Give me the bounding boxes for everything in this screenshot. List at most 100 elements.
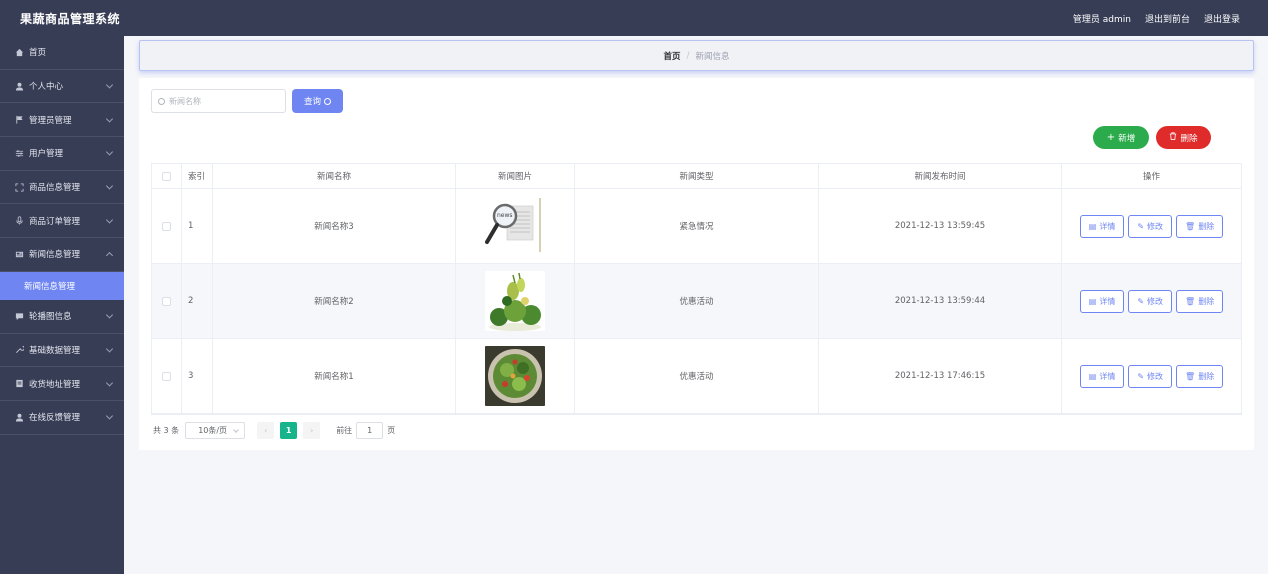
row-index: 1 [182, 189, 213, 263]
row-name: 新闻名称2 [213, 264, 456, 338]
edit-label: 修改 [1147, 296, 1164, 306]
sidebar-item-label: 个人中心 [29, 82, 64, 93]
main-panel: 新闻名称 查询 + 新增 删除 索引 新闻名称 新闻图片 新闻类型 新闻发布时间… [139, 78, 1254, 450]
table-row: 1 新闻名称3 news 紧急情况 2021-12-13 13:59:45 ▤ 详… [152, 189, 1241, 264]
tool-icon [14, 345, 24, 355]
sidebar-item-label: 用户管理 [29, 149, 64, 160]
pencil-icon: ✎ [1137, 296, 1145, 306]
row-delete-label: 删除 [1198, 221, 1215, 231]
sidebar-item-admin-management[interactable]: 管理员管理 [0, 103, 124, 138]
sidebar-item-label: 首页 [29, 48, 47, 59]
to-front-link[interactable]: 退出到前台 [1145, 12, 1190, 25]
search-button[interactable]: 查询 [292, 89, 343, 113]
newspaper-icon [14, 249, 24, 259]
page-size-select[interactable]: 10条/页 [185, 422, 246, 439]
microphone-icon [14, 216, 24, 226]
row-delete-label: 删除 [1198, 296, 1215, 306]
document-icon: ▤ [1088, 296, 1097, 306]
sidebar-item-label: 收货地址管理 [29, 379, 81, 390]
sidebar-item-label: 管理员管理 [29, 115, 72, 126]
chevron-down-icon [233, 427, 240, 433]
detail-label: 详情 [1099, 221, 1116, 231]
page-number-current[interactable]: 1 [280, 422, 298, 439]
goto-page-input[interactable]: 1 [356, 422, 384, 439]
breadcrumb-current: 新闻信息 [695, 51, 730, 62]
trash-icon: 🗑 [1185, 296, 1196, 306]
chevron-down-icon [105, 311, 114, 319]
batch-delete-button[interactable]: 删除 [1156, 126, 1211, 149]
row-checkbox[interactable] [162, 371, 171, 381]
chevron-right-icon: › [310, 426, 314, 435]
sidebar-item-news-management[interactable]: 新闻信息管理 [0, 238, 124, 272]
prev-page-button[interactable]: ‹ [257, 422, 275, 439]
page-size-value: 10条/页 [198, 426, 228, 435]
sliders-icon [14, 148, 24, 158]
svg-text:news: news [497, 212, 513, 219]
add-button-label: 新增 [1118, 133, 1136, 144]
row-time: 2021-12-13 13:59:44 [819, 264, 1062, 338]
document-icon: ▤ [1088, 221, 1097, 231]
edit-button[interactable]: ✎ 修改 [1128, 364, 1173, 388]
header-name: 新闻名称 [213, 164, 456, 188]
salad-bowl-image [485, 346, 545, 406]
row-delete-button[interactable]: 🗑 删除 [1176, 289, 1224, 313]
table-row: 2 新闻名称2 优惠活动 2021-12-13 13:59:44 ▤ 详情 ✎ … [152, 264, 1241, 339]
breadcrumb-home[interactable]: 首页 [664, 50, 681, 62]
search-icon [158, 97, 165, 105]
row-checkbox[interactable] [162, 221, 171, 231]
table-row: 3 新闻名称1 优惠活动 2021-12-13 17:46:15 ▤ 详情 ✎ … [152, 339, 1241, 414]
sidebar-item-home[interactable]: 首页 [0, 36, 124, 70]
breadcrumb-separator: / [686, 50, 690, 61]
header-actions: 操作 [1142, 172, 1160, 182]
detail-button[interactable]: ▤ 详情 [1079, 214, 1125, 238]
sidebar-item-personal-center[interactable]: 个人中心 [0, 70, 124, 104]
total-count: 共 3 条 [153, 426, 180, 435]
document-icon: ▤ [1088, 371, 1097, 381]
chat-icon [14, 311, 24, 321]
sidebar-item-label: 轮播图信息 [29, 312, 72, 323]
trash-icon: 🗑 [1185, 221, 1196, 231]
user-icon [14, 81, 24, 91]
row-type: 紧急情况 [575, 189, 819, 263]
sidebar-item-base-data[interactable]: 基础数据管理 [0, 334, 124, 368]
add-button[interactable]: + 新增 [1093, 126, 1149, 149]
sidebar-subitem-label: 新闻信息管理 [24, 281, 76, 292]
row-type: 优惠活动 [575, 339, 819, 413]
row-time: 2021-12-13 17:46:15 [819, 339, 1062, 413]
detail-label: 详情 [1099, 371, 1116, 381]
search-input[interactable]: 新闻名称 [151, 89, 286, 113]
news-magnifier-image: news [485, 196, 545, 256]
sidebar-item-product-info[interactable]: 商品信息管理 [0, 171, 124, 205]
sidebar-item-carousel[interactable]: 轮播图信息 [0, 300, 124, 334]
sidebar-item-label: 在线反馈管理 [29, 413, 81, 424]
plus-icon: + [1106, 132, 1116, 143]
chevron-up-icon [105, 252, 114, 260]
row-delete-button[interactable]: 🗑 删除 [1176, 364, 1224, 388]
logout-link[interactable]: 退出登录 [1204, 12, 1240, 25]
edit-button[interactable]: ✎ 修改 [1128, 214, 1173, 238]
sidebar-subitem-news-management[interactable]: 新闻信息管理 [0, 271, 124, 300]
search-placeholder: 新闻名称 [169, 96, 201, 106]
row-time: 2021-12-13 13:59:45 [819, 189, 1062, 263]
header-image: 新闻图片 [456, 164, 575, 188]
news-table: 索引 新闻名称 新闻图片 新闻类型 新闻发布时间 操作 1 新闻名称3 news [151, 163, 1242, 415]
sidebar-item-feedback[interactable]: 在线反馈管理 [0, 401, 124, 435]
sidebar-item-product-orders[interactable]: 商品订单管理 [0, 204, 124, 239]
app-title: 果蔬商品管理系统 [20, 11, 121, 26]
row-name: 新闻名称1 [213, 339, 456, 413]
sidebar-item-user-management[interactable]: 用户管理 [0, 137, 124, 171]
chevron-down-icon [105, 148, 114, 156]
sidebar-item-label: 商品订单管理 [29, 216, 81, 227]
select-all-checkbox[interactable] [162, 171, 171, 181]
chevron-down-icon [105, 81, 114, 89]
edit-button[interactable]: ✎ 修改 [1128, 289, 1173, 313]
row-delete-button[interactable]: 🗑 删除 [1176, 214, 1224, 238]
sidebar-item-address[interactable]: 收货地址管理 [0, 367, 124, 401]
search-button-label: 查询 [303, 97, 321, 107]
detail-button[interactable]: ▤ 详情 [1079, 289, 1125, 313]
row-checkbox[interactable] [162, 296, 171, 306]
top-bar: 果蔬商品管理系统 管理员 admin 退出到前台 退出登录 [0, 0, 1268, 36]
detail-button[interactable]: ▤ 详情 [1079, 364, 1125, 388]
chevron-down-icon [105, 216, 114, 224]
next-page-button[interactable]: › [303, 422, 321, 439]
